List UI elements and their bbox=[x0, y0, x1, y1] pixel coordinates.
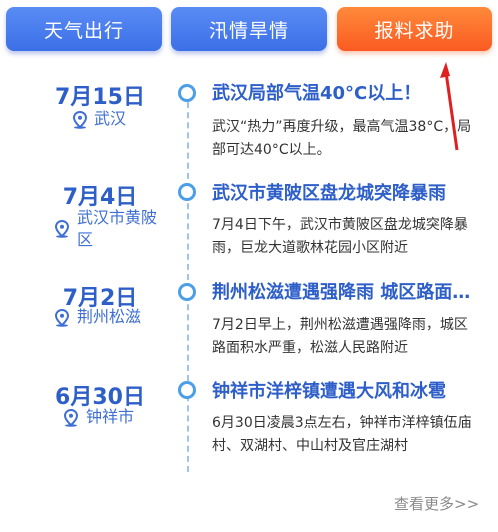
timeline-dot bbox=[178, 381, 196, 399]
entry-title[interactable]: 荆州松滋遭遇强降雨 城区路面积水 bbox=[212, 278, 482, 304]
entry-title[interactable]: 武汉局部气温40°C以上！ bbox=[212, 79, 482, 105]
timeline-line bbox=[187, 92, 189, 472]
location-pin-icon bbox=[72, 110, 88, 129]
view-more-link[interactable]: 查看更多>> bbox=[394, 493, 479, 514]
timeline-dot bbox=[178, 84, 196, 102]
entry-description: 武汉“热力”再度升级，最高气温38°C，局部可达40°C以上。 bbox=[212, 119, 472, 158]
entry-description: 6月30日凌晨3点左右，钟祥市洋梓镇伍庙村、双湖村、中山村及官庄湖村 bbox=[212, 415, 472, 454]
location-pin-icon bbox=[54, 308, 70, 327]
entry-location: 钟祥市 bbox=[86, 407, 135, 426]
location-pin-icon bbox=[63, 408, 79, 427]
tab-report-help[interactable]: 报料求助 bbox=[337, 7, 492, 51]
entry-title[interactable]: 武汉市黄陂区盘龙城突降暴雨 bbox=[212, 179, 482, 205]
location-pin-icon bbox=[54, 219, 70, 238]
entry-date: 7月15日 bbox=[55, 85, 145, 110]
entry-location: 武汉市黄陂区 bbox=[77, 208, 158, 249]
tab-bar: 天气出行 汛情旱情 报料求助 bbox=[0, 0, 498, 60]
tab-flood-drought[interactable]: 汛情旱情 bbox=[171, 7, 327, 51]
entry-description: 7月2日早上，荆州松滋遭遇强降雨，城区路面积水严重，松滋人民路附近 bbox=[212, 317, 468, 356]
entry-title[interactable]: 钟祥市洋梓镇遭遇大风和冰雹 bbox=[212, 377, 482, 403]
tab-weather-travel[interactable]: 天气出行 bbox=[6, 7, 162, 51]
timeline-dot bbox=[178, 283, 196, 301]
entry-location: 荆州松滋 bbox=[77, 307, 142, 326]
entry-description: 7月4日下午，武汉市黄陂区盘龙城突降暴雨，巨龙大道歌林花园小区附近 bbox=[212, 217, 468, 256]
entry-location: 武汉 bbox=[94, 109, 127, 128]
timeline-dot bbox=[178, 183, 196, 201]
